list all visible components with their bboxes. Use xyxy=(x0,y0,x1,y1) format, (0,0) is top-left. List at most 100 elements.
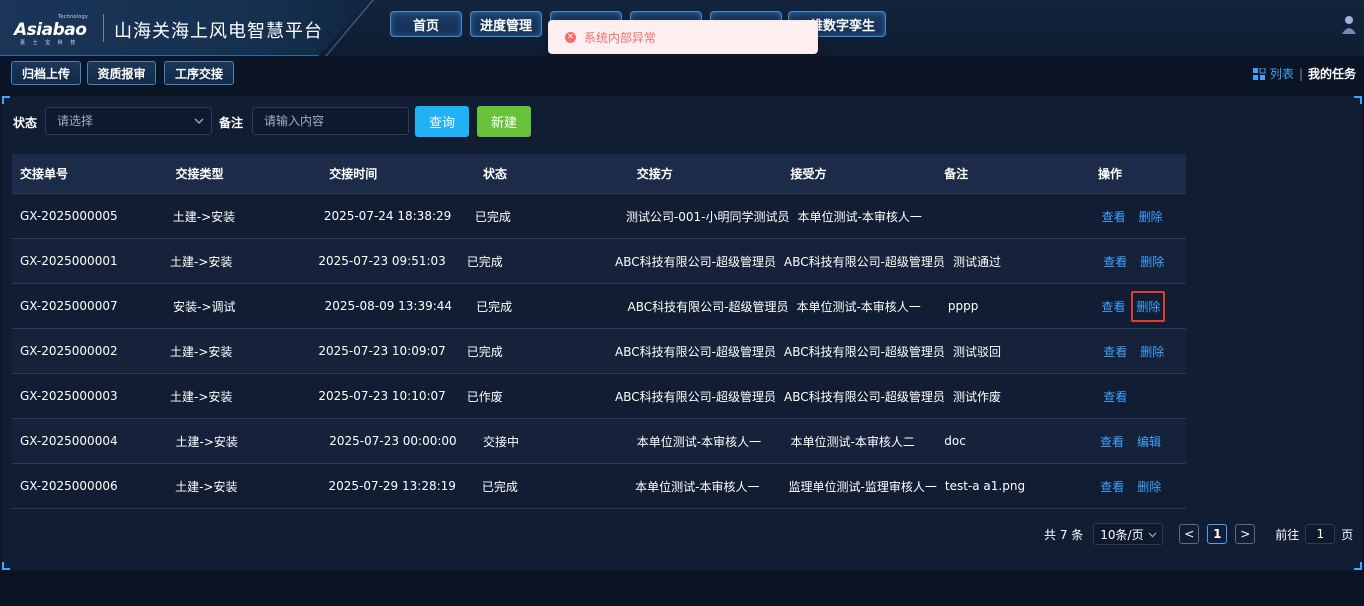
delete-link[interactable]: 删除 xyxy=(1137,208,1165,225)
next-page-button[interactable]: > xyxy=(1235,524,1256,544)
handover-status: 已完成 xyxy=(466,254,503,269)
view-link[interactable]: 查看 xyxy=(1101,343,1129,360)
nav-tab-progress[interactable]: 进度管理 xyxy=(470,11,542,37)
current-page[interactable]: 1 xyxy=(1207,524,1228,544)
table-row: GX-2025000005 土建->安装 2025-07-24 18:38:29… xyxy=(12,194,1186,239)
delete-link[interactable]: 删除 xyxy=(1138,343,1166,360)
column-header: 交接类型 xyxy=(175,167,224,181)
view-link[interactable]: 查看 xyxy=(1098,433,1126,450)
delete-link[interactable]: 删除 xyxy=(1138,253,1166,270)
handover-remark: doc xyxy=(944,434,966,448)
view-list-link[interactable]: 列表 xyxy=(1270,65,1294,82)
goto-page-input[interactable]: 1 xyxy=(1305,524,1336,544)
column-header: 交接方 xyxy=(636,167,673,181)
table-header: 交接单号 交接类型 交接时间 状态 交接方 接受方 备注 操作 xyxy=(12,154,1186,194)
handover-status: 已完成 xyxy=(481,479,518,494)
view-separator: | xyxy=(1298,66,1303,81)
query-button[interactable]: 查询 xyxy=(415,106,469,137)
row-actions: 查看 删除 xyxy=(1091,290,1186,322)
handover-to: ABC科技有限公司-超级管理员 xyxy=(783,254,945,269)
view-link[interactable]: 查看 xyxy=(1101,253,1129,270)
handover-status: 交接中 xyxy=(482,434,519,449)
handover-status: 已作废 xyxy=(466,389,503,404)
handover-time: 2025-08-09 13:39:44 xyxy=(324,299,453,313)
handover-time: 2025-07-23 10:09:07 xyxy=(318,344,446,358)
handover-time: 2025-07-24 18:38:29 xyxy=(323,209,452,223)
row-actions: 查看 删除 xyxy=(1093,343,1186,360)
column-header: 备注 xyxy=(944,167,969,181)
handover-id: GX-2025000005 xyxy=(20,209,118,223)
handover-remark: 测试作废 xyxy=(952,389,1001,404)
handover-time: 2025-07-23 10:10:07 xyxy=(318,389,446,403)
user-icon[interactable] xyxy=(1338,14,1360,36)
view-link[interactable]: 查看 xyxy=(1098,478,1126,495)
handover-to: 本单位测试-本审核人一 xyxy=(796,299,921,314)
handover-from: 本单位测试-本审核人一 xyxy=(636,434,762,449)
handover-type: 土建->安装 xyxy=(172,209,236,224)
company-logo: Technology Asiabao 嘉 士 宝 科 技 xyxy=(14,14,89,46)
remark-label: 备注 xyxy=(219,116,244,130)
view-link[interactable]: 查看 xyxy=(1099,298,1127,315)
my-tasks-link[interactable]: 我的任务 xyxy=(1308,65,1356,82)
process-handover-button[interactable]: 工序交接 xyxy=(164,61,234,85)
handover-id: GX-2025000006 xyxy=(20,479,118,493)
prev-page-button[interactable]: < xyxy=(1179,524,1200,544)
view-link[interactable]: 查看 xyxy=(1101,388,1129,405)
column-header: 状态 xyxy=(482,167,507,181)
handover-from: ABC科技有限公司-超级管理员 xyxy=(627,299,789,314)
row-actions: 查看 删除 xyxy=(1092,208,1186,225)
handover-time: 2025-07-23 09:51:03 xyxy=(318,254,446,268)
handover-remark: 测试通过 xyxy=(952,254,1001,269)
archive-upload-button[interactable]: 归档上传 xyxy=(11,61,81,85)
qualification-review-button[interactable]: 资质报审 xyxy=(87,61,156,85)
handover-type: 土建->安装 xyxy=(175,434,238,449)
row-actions: 查看 删除 xyxy=(1090,478,1186,495)
total-count: 共 7 条 xyxy=(1044,527,1084,542)
table-row: GX-2025000001 土建->安装 2025-07-23 09:51:03… xyxy=(12,239,1186,284)
table-row: GX-2025000004 土建->安装 2025-07-23 00:00:00… xyxy=(12,419,1186,464)
status-label: 状态 xyxy=(13,116,38,130)
table-row: GX-2025000007 安装->调试 2025-08-09 13:39:44… xyxy=(12,284,1186,329)
page-size-select[interactable]: 10条/页 xyxy=(1093,523,1164,545)
edit-link[interactable]: 编辑 xyxy=(1135,433,1163,450)
chevron-down-icon xyxy=(1148,532,1157,538)
handover-status: 已完成 xyxy=(466,344,503,359)
handover-remark: 测试驳回 xyxy=(952,344,1001,359)
footer-band xyxy=(0,572,1364,606)
page-suffix: 页 xyxy=(1341,527,1354,542)
error-toast: ✕ 系统内部异常 xyxy=(548,20,818,54)
pagination: 共 7 条 10条/页 < 1 > 前往 1 页 xyxy=(1044,523,1353,545)
handover-from: ABC科技有限公司-超级管理员 xyxy=(615,389,776,404)
handover-id: GX-2025000001 xyxy=(20,254,118,268)
handover-to: 监理单位测试-监理审核人一 xyxy=(788,479,937,494)
handover-type: 土建->安装 xyxy=(170,344,233,359)
chevron-down-icon xyxy=(194,118,204,124)
handover-id: GX-2025000004 xyxy=(20,434,118,448)
handover-to: ABC科技有限公司-超级管理员 xyxy=(783,389,945,404)
handover-type: 土建->安装 xyxy=(175,479,238,494)
list-view-icon xyxy=(1252,67,1266,80)
row-actions: 查看 编辑 xyxy=(1090,433,1186,450)
remark-input[interactable]: 请输入内容 xyxy=(252,107,409,135)
handover-from: 测试公司-001-小明同学测试员 xyxy=(625,209,790,224)
handover-table: 交接单号 交接类型 交接时间 状态 交接方 接受方 备注 操作 GX-20250… xyxy=(12,154,1186,509)
delete-link[interactable]: 删除 xyxy=(1135,478,1163,495)
handover-id: GX-2025000002 xyxy=(20,344,118,358)
column-header: 交接单号 xyxy=(20,167,69,181)
logo-divider xyxy=(103,14,104,42)
handover-remark: test-a a1.png xyxy=(944,479,1026,493)
new-button[interactable]: 新建 xyxy=(477,106,531,137)
row-actions: 查看 xyxy=(1093,388,1186,405)
nav-tab-home[interactable]: 首页 xyxy=(390,11,462,37)
column-header: 交接时间 xyxy=(329,167,378,181)
view-link[interactable]: 查看 xyxy=(1100,208,1128,225)
handover-time: 2025-07-29 13:28:19 xyxy=(328,479,456,493)
status-select[interactable]: 请选择 xyxy=(45,107,212,135)
handover-remark: pppp xyxy=(947,299,979,313)
handover-from: ABC科技有限公司-超级管理员 xyxy=(615,254,776,269)
handover-status: 已完成 xyxy=(476,299,513,314)
handover-time: 2025-07-23 00:00:00 xyxy=(329,434,457,448)
delete-link-focused[interactable]: 删除 xyxy=(1131,290,1166,322)
column-header: 接受方 xyxy=(790,167,827,181)
handover-status: 已完成 xyxy=(474,209,511,224)
